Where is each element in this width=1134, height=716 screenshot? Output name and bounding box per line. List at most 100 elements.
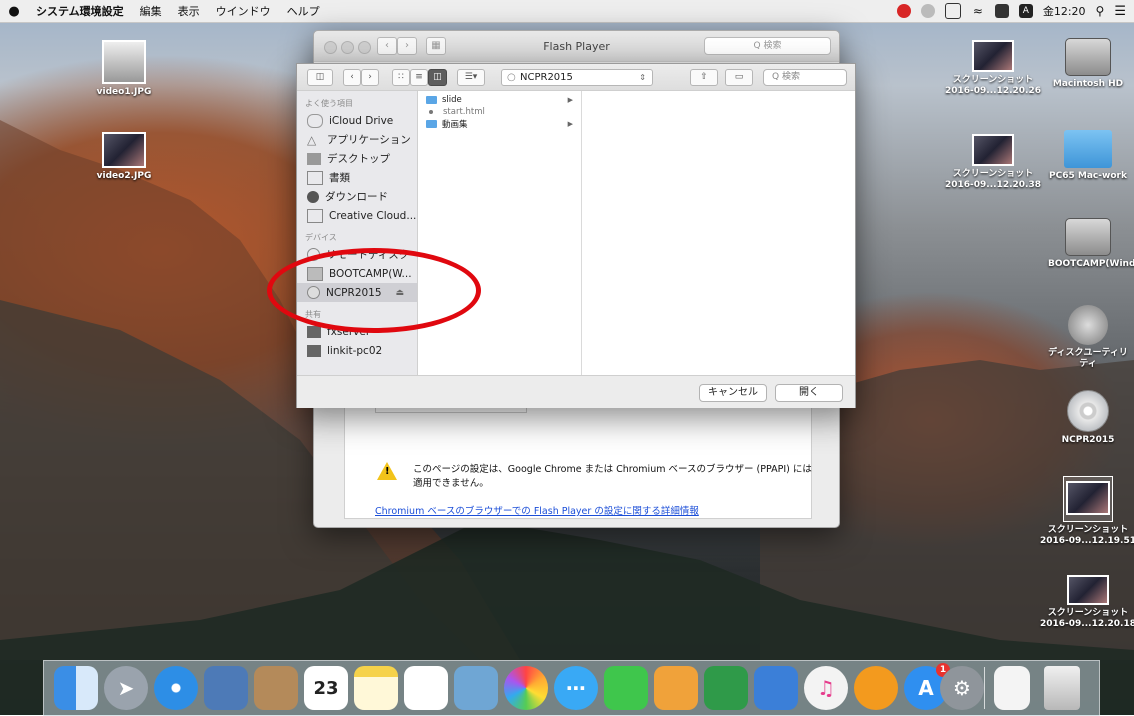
sidebar-item-icloud-drive[interactable]: iCloud Drive [297,111,417,130]
photos-icon[interactable] [504,666,548,710]
menu-edit[interactable]: 編集 [132,3,170,19]
photo-booth-icon[interactable] [454,666,498,710]
column-view-icon[interactable]: ◫ [428,69,447,86]
desktop-icon-screenshot-4[interactable]: スクリーンショット 2016-09...12.20.18 [1040,575,1134,630]
sync-status-icon[interactable] [920,4,935,18]
wifi-icon[interactable]: ≈ [971,4,985,18]
launchpad-icon[interactable]: ➤ [104,666,148,710]
forward-icon[interactable]: › [361,69,379,86]
image-file-icon [972,134,1014,166]
sidebar-item-applications[interactable]: △ アプリケーション [297,130,417,149]
desktop-icon-ncpr2015[interactable]: NCPR2015 [1040,390,1134,446]
hard-disk-icon [1065,38,1111,76]
menu-system-preferences[interactable]: システム環境設定 [28,3,132,19]
folder-icon [1064,130,1112,168]
selection-box [1063,476,1113,522]
search-input[interactable]: Q 検索 [704,37,831,55]
sidebar-item-documents[interactable]: 書類 [297,168,417,187]
server-icon [307,325,321,338]
devices-header: デバイス [305,233,337,242]
system-preferences-icon[interactable]: ⚙ [940,666,984,710]
chromium-info-link[interactable]: Chromium ベースのブラウザーでの Flash Player の設定に関す… [375,503,699,517]
calendar-icon[interactable]: 23 [304,666,348,710]
tag-icon[interactable]: ▭ [725,69,753,86]
desktop-icon-disk-utility[interactable]: ディスクユーティリティ [1040,305,1134,370]
document-icon[interactable] [994,666,1030,710]
trash-icon[interactable] [1044,666,1080,710]
cloud-icon [307,113,323,128]
creative-cloud-status-icon[interactable] [896,4,911,18]
stethoscope-icon [1068,305,1108,345]
favorites-header: よく使う項目 [305,99,353,108]
itunes-icon[interactable]: ♫ [804,666,848,710]
chevron-right-icon: ▶ [567,96,573,104]
desktop-icon-video1[interactable]: video1.JPG [76,40,172,98]
menu-window[interactable]: ウインドウ [208,3,279,19]
sidebar-item-downloads[interactable]: ダウンロード [297,187,417,206]
sidebar-item-linkit-pc02[interactable]: linkit-pc02 [297,341,417,360]
flash-player-titlebar: ‹ › ▦ Flash Player Q 検索 [314,31,839,62]
sidebar-item-desktop[interactable]: デスクトップ [297,149,417,168]
group-by-icon[interactable]: ☰▾ [457,69,485,86]
input-source-icon[interactable]: A [1018,4,1033,18]
calendar-day: 23 [313,677,339,699]
dialog-footer: キャンセル 開く [297,375,855,408]
ibooks-icon[interactable] [854,666,898,710]
menu-view[interactable]: 表示 [170,3,208,19]
image-file-icon [972,40,1014,72]
safari-icon[interactable] [154,666,198,710]
search-input[interactable]: Q 検索 [763,69,847,86]
pages-icon[interactable] [654,666,698,710]
dialog-toolbar: ◫ ‹ › ∷ ≡ ◫ ☰▾ ○ NCPR2015 ⇕ ⇧ ▭ Q 検索 [297,64,855,91]
file-item-slide[interactable]: slide ▶ [418,95,581,105]
airplay-icon[interactable] [944,3,961,19]
battery-icon[interactable] [994,4,1009,18]
notification-center-icon[interactable]: ☰ [1114,4,1126,19]
desktop-icon-bootcamp[interactable]: BOOTCAMP(Windows) [1040,218,1134,270]
folder-icon [307,208,323,223]
desktop-icon-screenshot-3[interactable]: スクリーンショット 2016-09...12.19.51 [1040,476,1134,547]
image-file-icon [1066,481,1110,515]
reminders-icon[interactable] [404,666,448,710]
back-icon[interactable]: ‹ [343,69,361,86]
preview-icon[interactable] [204,666,248,710]
finder-icon[interactable] [54,666,98,710]
sidebar-toggle-icon[interactable]: ◫ [307,69,333,86]
hard-disk-icon [1065,218,1111,256]
open-file-dialog: ◫ ‹ › ∷ ≡ ◫ ☰▾ ○ NCPR2015 ⇕ ⇧ ▭ Q 検索 よく使… [296,63,856,408]
menu-help[interactable]: ヘルプ [279,3,328,19]
facetime-icon[interactable] [604,666,648,710]
sidebar-item-creative-cloud[interactable]: Creative Cloud... [297,206,417,225]
contacts-icon[interactable] [254,666,298,710]
menu-clock[interactable]: 金12:20 [1043,3,1086,19]
desktop-icon-pc65[interactable]: PC65 Mac-work [1040,130,1134,182]
spotlight-search-icon[interactable]: ⚲ [1096,4,1105,18]
cancel-button[interactable]: キャンセル [699,384,767,402]
list-view-icon[interactable]: ≡ [410,69,428,86]
status-area: ≈ A 金12:20 ⚲ ☰ [896,0,1126,22]
file-item-start-html[interactable]: start.html [418,107,581,117]
dock-separator [984,667,985,709]
apple-menu-icon[interactable]: ● [0,4,28,19]
keynote-icon[interactable] [754,666,798,710]
open-button[interactable]: 開く [775,384,843,402]
location-select[interactable]: ○ NCPR2015 ⇕ [501,69,653,86]
numbers-icon[interactable] [704,666,748,710]
notes-icon[interactable] [354,666,398,710]
image-file-icon [1067,575,1109,605]
desktop-icon-screenshot-1[interactable]: スクリーンショット 2016-09...12.20.26 [945,40,1041,97]
applications-icon: △ [307,132,317,147]
desktop-icon-video2[interactable]: video2.JPG [76,132,172,182]
download-icon [307,190,319,203]
desktop-icon-screenshot-2[interactable]: スクリーンショット 2016-09...12.20.38 [945,134,1041,191]
chevron-updown-icon: ⇕ [639,73,646,82]
desktop-folder-icon [307,152,321,165]
menu-bar: ● システム環境設定 編集 表示 ウインドウ ヘルプ ≈ A 金12:20 ⚲ … [0,0,1134,23]
folder-icon [426,120,437,128]
file-item-videos[interactable]: 動画集 ▶ [418,119,581,130]
messages-icon[interactable]: ⋯ [554,666,598,710]
icon-view-icon[interactable]: ∷ [392,69,410,86]
chevron-right-icon: ▶ [567,120,573,128]
share-icon[interactable]: ⇧ [690,69,718,86]
desktop-icon-macintosh-hd[interactable]: Macintosh HD [1040,38,1134,90]
